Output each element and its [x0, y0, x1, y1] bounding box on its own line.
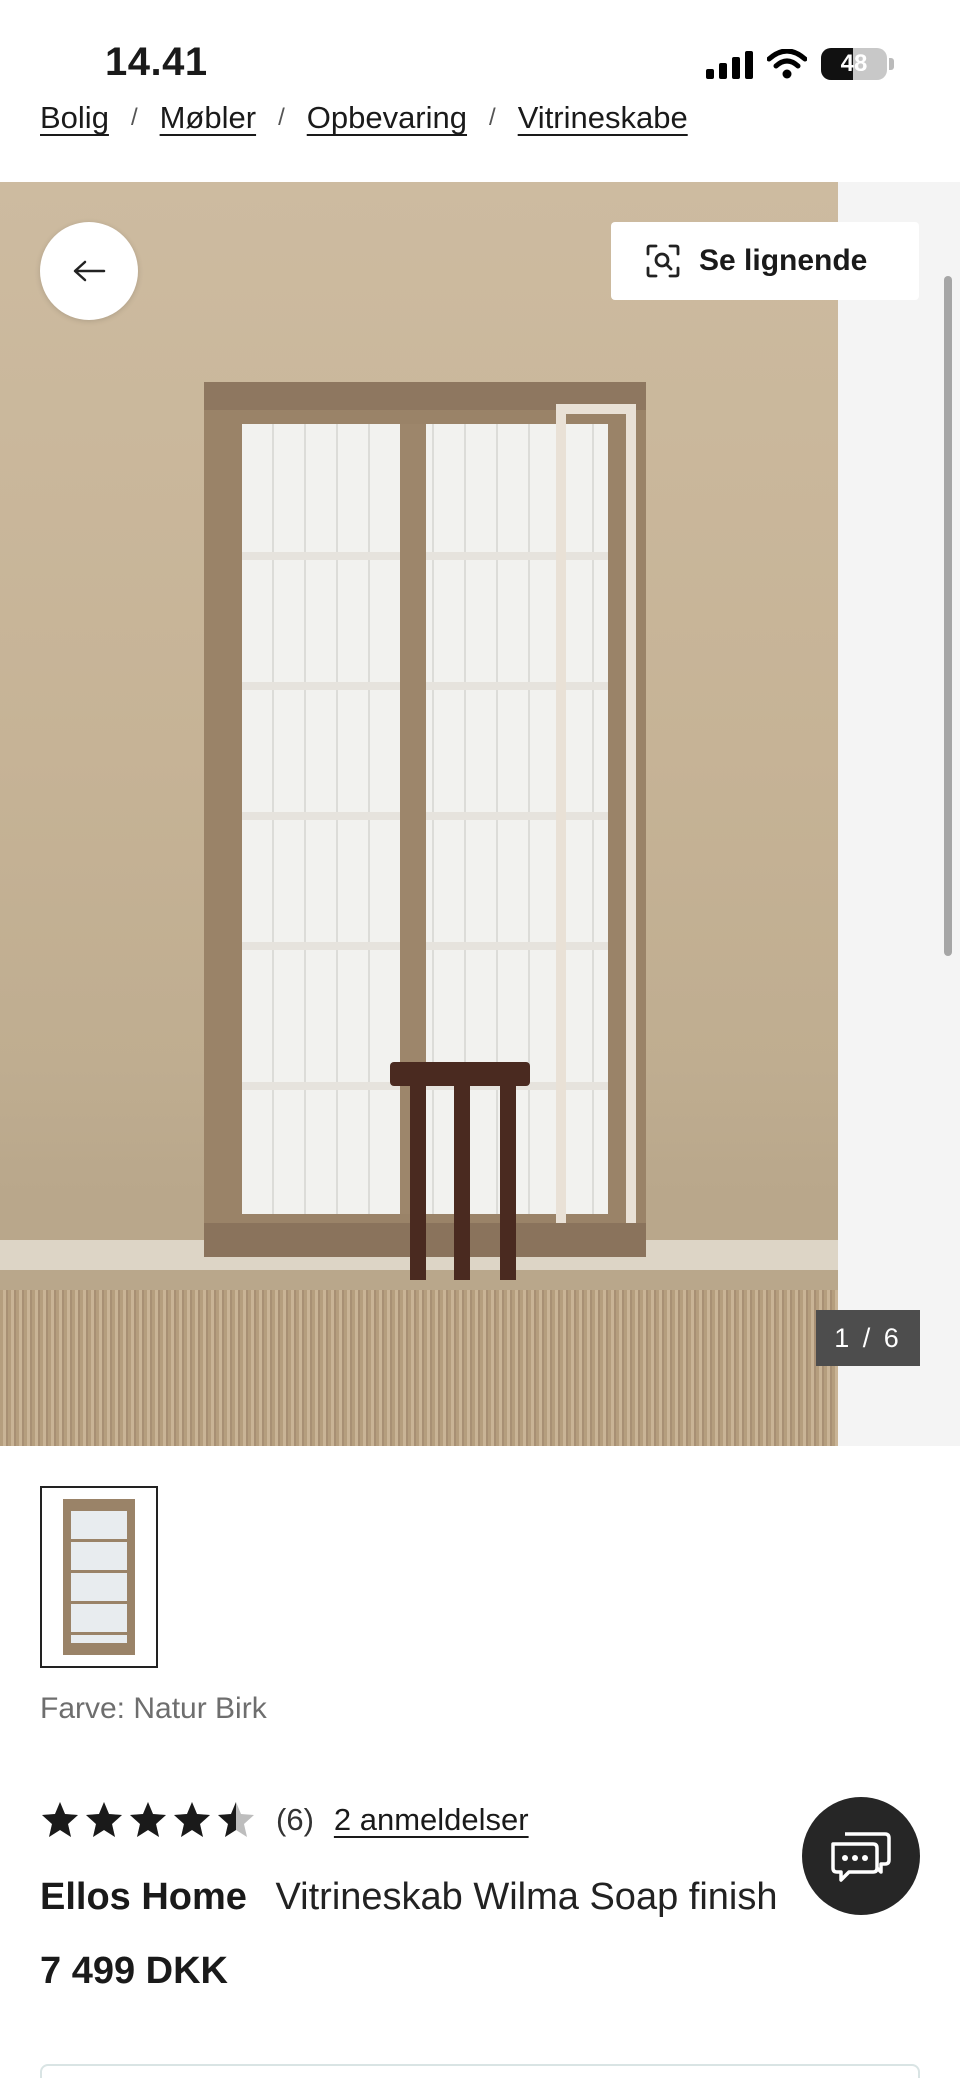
star-icon [42, 1802, 78, 1837]
breadcrumb-mobler[interactable]: Møbler [160, 100, 256, 136]
product-name: Vitrineskab Wilma Soap finish [275, 1876, 778, 1918]
breadcrumb-bolig[interactable]: Bolig [40, 100, 109, 136]
breadcrumb-separator: / [130, 104, 138, 131]
breadcrumb-vitrineskabe[interactable]: Vitrineskabe [518, 100, 688, 136]
see-similar-label: Se lignende [699, 244, 868, 277]
battery-icon: 48 [821, 48, 887, 80]
breadcrumb-opbevaring[interactable]: Opbevaring [307, 100, 467, 136]
wifi-icon [767, 49, 807, 79]
see-similar-button[interactable]: Se lignende [611, 222, 919, 300]
battery-level: 48 [840, 50, 868, 77]
review-count: (6) [276, 1802, 314, 1837]
star-icon [130, 1802, 166, 1837]
scrollbar[interactable] [944, 276, 952, 956]
star-icon [86, 1802, 122, 1837]
star-icon [174, 1802, 210, 1837]
arrow-left-icon [73, 260, 106, 282]
star-icon [218, 1802, 254, 1837]
image-rug [0, 1290, 838, 1446]
status-icons: 48 [706, 44, 894, 84]
breadcrumb-separator: / [489, 104, 496, 131]
rating-row: (6) 2 anmeldelser [40, 1792, 529, 1848]
next-section-card [40, 2064, 920, 2078]
visual-search-icon [646, 244, 680, 278]
back-button[interactable] [40, 222, 138, 320]
brand-name[interactable]: Ellos Home [40, 1876, 247, 1918]
product-title: Ellos Home Vitrineskab Wilma Soap finish [40, 1876, 777, 1919]
product-price: 7 499 DKK [40, 1950, 228, 1992]
chat-icon [831, 1832, 891, 1882]
color-label: Farve: Natur Birk [40, 1692, 267, 1725]
image-counter: 1 / 6 [816, 1310, 920, 1366]
image-stool [350, 1062, 570, 1282]
status-time: 14.41 [105, 40, 208, 84]
breadcrumb-separator: / [278, 104, 285, 131]
thumbnail-image[interactable] [40, 1486, 158, 1668]
product-image[interactable] [0, 182, 838, 1446]
chat-button[interactable] [802, 1797, 920, 1915]
signal-icon [706, 49, 753, 79]
reviews-link[interactable]: 2 anmeldelser [334, 1802, 529, 1838]
breadcrumb: Bolig / Møbler / Opbevaring / Vitrineska… [40, 96, 688, 140]
battery-tip [889, 58, 894, 70]
status-bar: 14.41 48 [0, 0, 960, 110]
product-gallery[interactable]: Se lignende 1 / 6 [0, 182, 960, 1446]
rating-stars [40, 1800, 256, 1840]
